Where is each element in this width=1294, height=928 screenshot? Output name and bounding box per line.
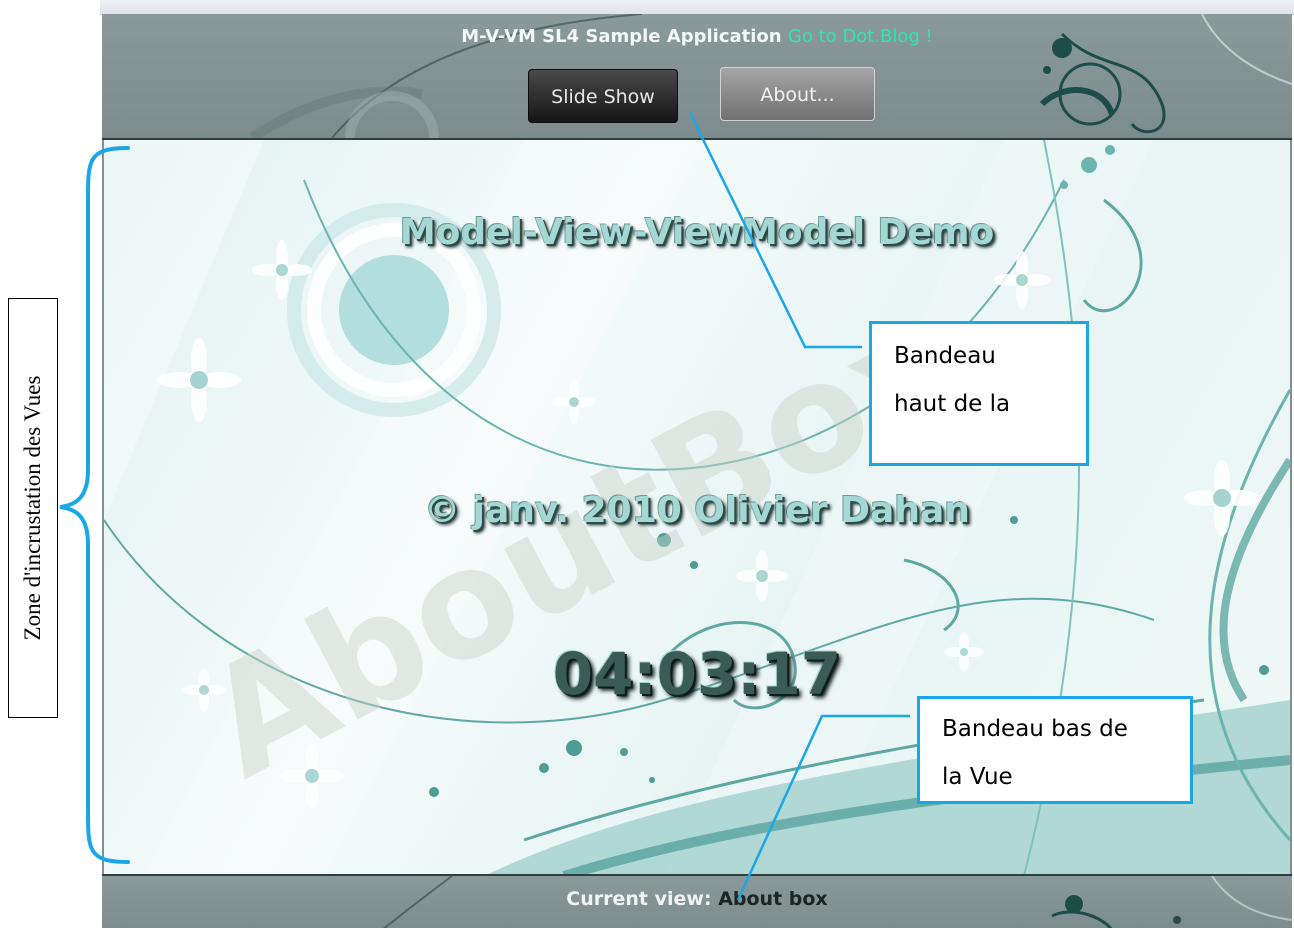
view-zone-label: Zone d'incrustation des Vues [8,298,58,718]
view-zone-brace [59,146,130,864]
bottom-callout-line2: la Vue [942,764,1013,790]
top-callout-line1: Bandeau [894,343,996,369]
top-callout-connector [688,112,862,349]
bottom-banner-callout: Bandeau bas de la Vue [917,696,1193,804]
view-zone-label-text: Zone d'incrustation des Vues [20,375,45,641]
bottom-callout-line1: Bandeau bas de [942,716,1128,742]
top-callout-line2: haut de la [894,391,1011,417]
bottom-callout-connector [736,714,910,901]
top-banner-callout: Bandeau haut de la [869,321,1089,466]
